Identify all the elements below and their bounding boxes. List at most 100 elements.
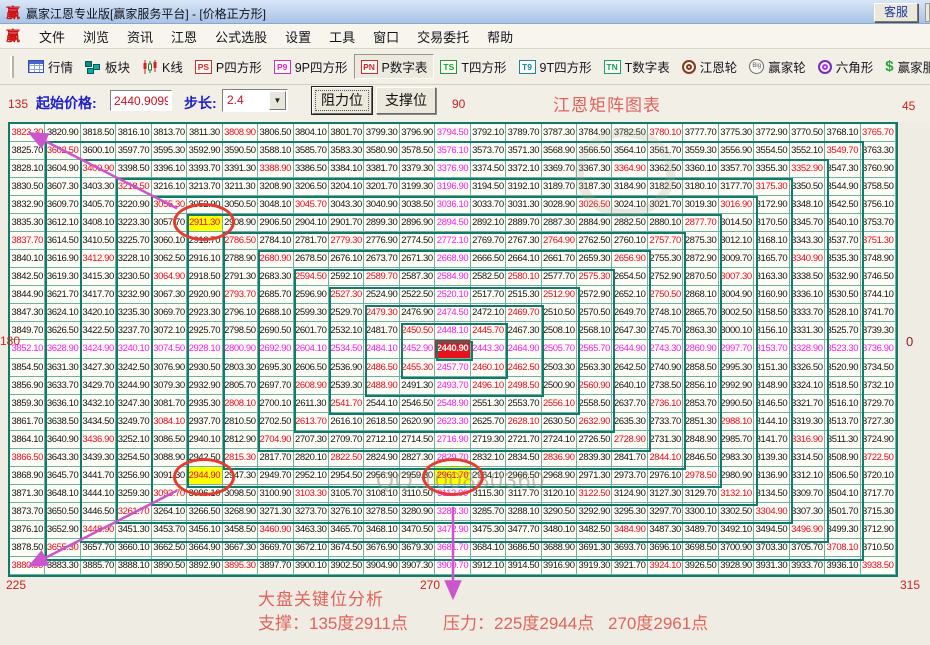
matrix-cell: 3103.30	[294, 485, 329, 503]
matrix-cell: 3000.10	[719, 322, 754, 340]
matrix-cell: 2570.50	[577, 304, 612, 322]
tool-sectors[interactable]: 板块	[79, 55, 136, 78]
matrix-cell: 3124.90	[612, 485, 647, 503]
tool-p-square[interactable]: PS P四方形	[189, 55, 268, 78]
menu-gann[interactable]: 江恩	[162, 27, 206, 46]
tool-winner-wheel[interactable]: Big 赢家轮	[743, 55, 812, 78]
matrix-cell: 2604.10	[294, 340, 329, 358]
matrix-cell: 3876.10	[10, 521, 45, 539]
matrix-cell: 2601.70	[294, 322, 329, 340]
menu-tools[interactable]: 工具	[320, 27, 364, 46]
edge-button-fragment[interactable]	[925, 3, 930, 22]
ps-badge-icon: PS	[195, 60, 212, 74]
matrix-cell: 3856.90	[10, 377, 45, 395]
matrix-cell: 3650.50	[45, 503, 80, 521]
resistance-button[interactable]: 阻力位	[312, 87, 372, 114]
matrix-cell: 3871.30	[10, 485, 45, 503]
matrix-cell: 3890.50	[152, 557, 187, 575]
matrix-cell: 2596.90	[294, 286, 329, 304]
matrix-cell: 3746.50	[861, 268, 896, 286]
matrix-cell: 2817.70	[258, 449, 293, 467]
matrix-cell: 2582.50	[471, 268, 506, 286]
matrix-cell: 2750.50	[648, 286, 683, 304]
matrix-cell: 3292.90	[577, 503, 612, 521]
matrix-cell: 2584.90	[435, 268, 470, 286]
matrix-cell: 2481.70	[364, 322, 399, 340]
matrix-cell: 3177.70	[719, 178, 754, 196]
matrix-cell: 3516.10	[825, 395, 860, 413]
matrix-cell: 2743.30	[648, 340, 683, 358]
menu-settings[interactable]: 设置	[276, 27, 320, 46]
matrix-cell: 3189.70	[542, 178, 577, 196]
matrix-cell: 3518.50	[825, 377, 860, 395]
matrix-cell: 3319.30	[790, 413, 825, 431]
matrix-cell: 2942.50	[187, 449, 222, 467]
matrix-cell: 3542.50	[825, 196, 860, 214]
tool-kline[interactable]: K线	[136, 55, 189, 78]
matrix-cell: 2844.10	[648, 449, 683, 467]
matrix-cell: 2798.50	[223, 322, 258, 340]
matrix-cell: 3050.50	[223, 196, 258, 214]
start-price-input[interactable]	[110, 90, 172, 111]
matrix-cell: 3379.30	[400, 160, 435, 178]
matrix-cell: 2536.90	[329, 359, 364, 377]
matrix-cell: 2628.10	[506, 413, 541, 431]
tool-hexagon[interactable]: 六角形	[812, 55, 880, 78]
menu-browse[interactable]: 浏览	[74, 27, 118, 46]
matrix-cell: 3549.70	[825, 142, 860, 160]
menu-window[interactable]: 窗口	[364, 27, 408, 46]
matrix-cell: 2868.10	[683, 286, 718, 304]
matrix-cell: 3170.50	[754, 214, 789, 232]
sector-blocks-icon	[85, 60, 101, 74]
matrix-cell: 3283.30	[435, 503, 470, 521]
matrix-cell: 3787.30	[542, 124, 577, 142]
step-dropdown[interactable]: 2.4 ▼	[222, 89, 288, 112]
menu-formula-stockpick[interactable]: 公式选股	[206, 27, 276, 46]
matrix-cell: 3235.30	[116, 304, 151, 322]
matrix-cell: 3676.90	[364, 539, 399, 557]
matrix-cell: 3679.30	[400, 539, 435, 557]
matrix-cell: 3384.10	[329, 160, 364, 178]
tool-gann-wheel[interactable]: 江恩轮	[676, 55, 744, 78]
matrix-cell: 2760.10	[612, 232, 647, 250]
matrix-cell: 2524.90	[364, 286, 399, 304]
matrix-cell: 3331.30	[790, 322, 825, 340]
matrix-cell: 3398.50	[116, 160, 151, 178]
matrix-cell: 3343.30	[790, 232, 825, 250]
matrix-cell: 2709.70	[329, 431, 364, 449]
matrix-cell: 2944.90	[187, 467, 222, 485]
matrix-cell: 2836.90	[542, 449, 577, 467]
menu-trade[interactable]: 交易委托	[408, 27, 478, 46]
tool-9t-square[interactable]: T9 9T四方形	[513, 55, 598, 78]
pn-badge-icon: PN	[361, 60, 378, 74]
step-value: 2.4	[227, 93, 244, 107]
support-button[interactable]: 支撑位	[376, 87, 436, 114]
matrix-cell: 3336.10	[790, 286, 825, 304]
matrix-cell: 2659.30	[577, 250, 612, 268]
matrix-cell: 3297.70	[648, 503, 683, 521]
dropdown-arrow-icon[interactable]: ▼	[269, 91, 286, 110]
tool-quotes[interactable]: 行情	[22, 55, 79, 78]
menu-help[interactable]: 帮助	[478, 27, 522, 46]
matrix-cell: 3657.70	[81, 539, 116, 557]
menu-file[interactable]: 文件	[30, 27, 74, 46]
matrix-cell: 2894.50	[435, 214, 470, 232]
tool-t-square[interactable]: TS T四方形	[434, 55, 512, 78]
menu-news[interactable]: 资讯	[118, 27, 162, 46]
matrix-cell: 3883.30	[45, 557, 80, 575]
matrix-cell: 2877.70	[683, 214, 718, 232]
tool-p-number-table[interactable]: PN P数字表	[354, 54, 435, 79]
matrix-cell: 3156.10	[754, 322, 789, 340]
tool-winner-service[interactable]: $ 赢家服务	[879, 55, 930, 78]
matrix-cell: 3448.90	[81, 521, 116, 539]
matrix-cell: 2551.30	[471, 395, 506, 413]
matrix-cell: 3616.90	[45, 250, 80, 268]
tool-t-number-table[interactable]: TN T数字表	[598, 55, 676, 78]
tool-9p-square[interactable]: P9 9P四方形	[268, 55, 354, 78]
matrix-cell: 3396.10	[152, 160, 187, 178]
matrix-cell: 3160.90	[754, 286, 789, 304]
customer-service-button[interactable]: 客服	[874, 3, 918, 22]
matrix-cell: 3422.50	[81, 322, 116, 340]
matrix-cell: 2541.70	[329, 395, 364, 413]
matrix-cell: 3902.50	[329, 557, 364, 575]
